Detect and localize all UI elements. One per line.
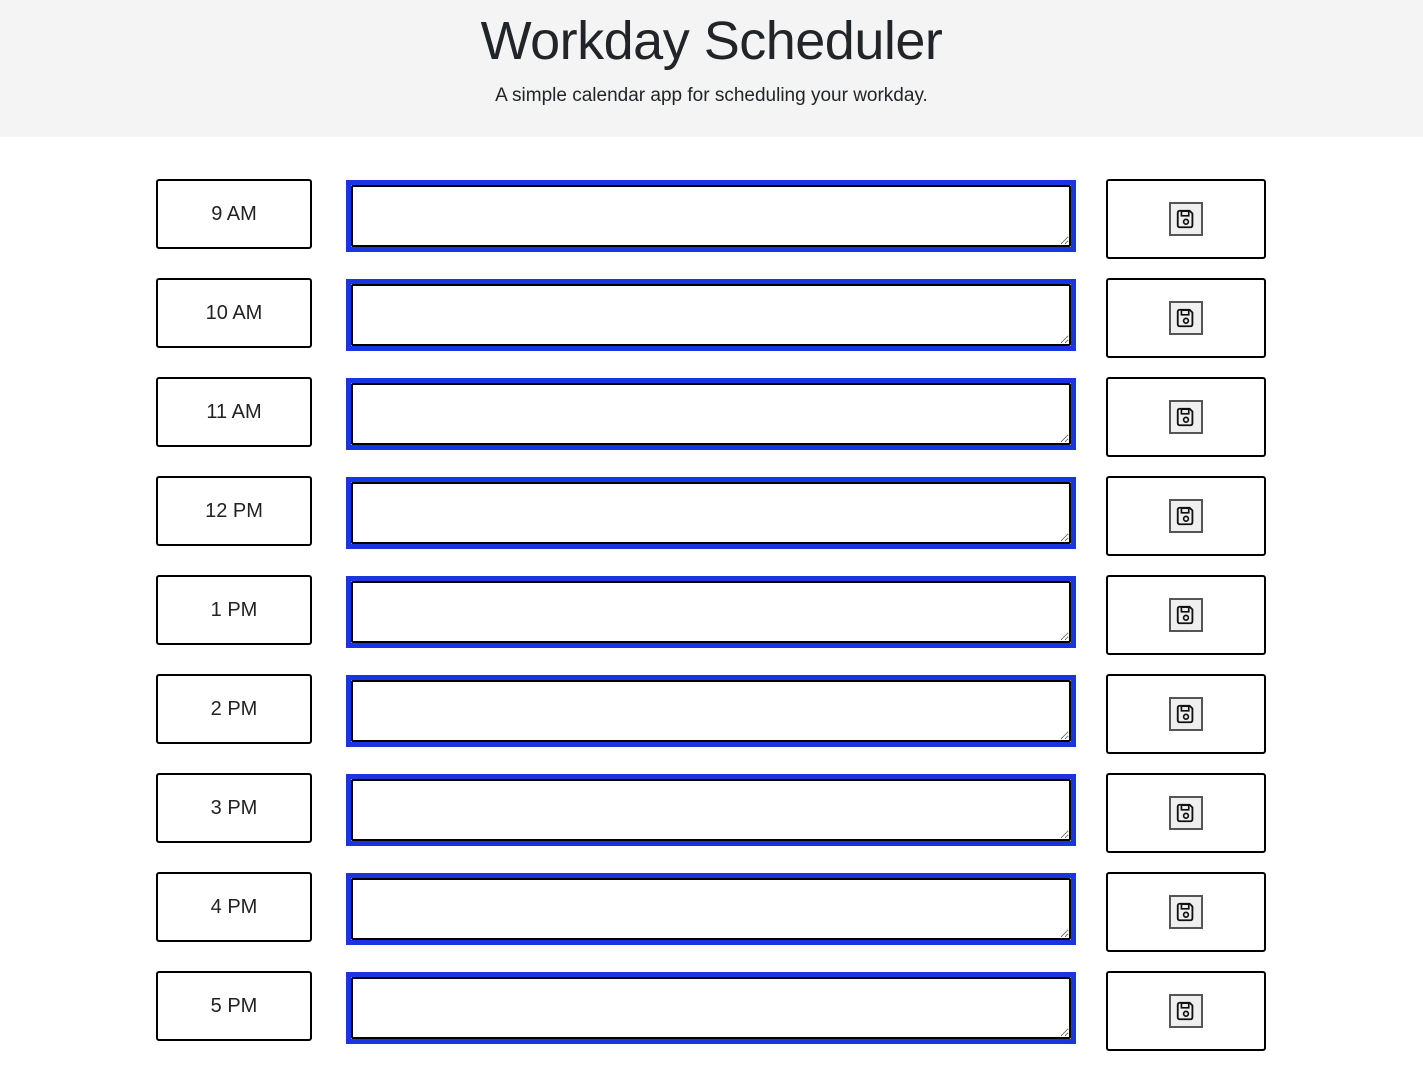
task-field-frame <box>346 972 1076 1044</box>
time-block: 11 AM <box>156 377 1266 457</box>
save-button[interactable] <box>1106 278 1266 358</box>
task-input[interactable] <box>351 284 1071 346</box>
time-block: 10 AM <box>156 278 1266 358</box>
time-block: 5 PM <box>156 971 1266 1051</box>
time-block: 12 PM <box>156 476 1266 556</box>
time-block: 2 PM <box>156 674 1266 754</box>
time-block: 4 PM <box>156 872 1266 952</box>
save-button[interactable] <box>1106 476 1266 556</box>
hour-label: 3 PM <box>156 773 312 843</box>
save-button[interactable] <box>1106 872 1266 952</box>
floppy-disk-icon <box>1169 895 1203 929</box>
task-field-frame <box>346 576 1076 648</box>
task-input[interactable] <box>351 878 1071 940</box>
save-button[interactable] <box>1106 674 1266 754</box>
task-field-frame <box>346 279 1076 351</box>
time-block: 9 AM <box>156 179 1266 259</box>
floppy-disk-icon <box>1169 400 1203 434</box>
save-button[interactable] <box>1106 377 1266 457</box>
hour-label: 1 PM <box>156 575 312 645</box>
hour-label: 11 AM <box>156 377 312 447</box>
task-field-frame <box>346 477 1076 549</box>
task-input[interactable] <box>351 680 1071 742</box>
save-button[interactable] <box>1106 179 1266 259</box>
task-field-frame <box>346 378 1076 450</box>
page-header: Workday Scheduler A simple calendar app … <box>0 0 1423 137</box>
floppy-disk-icon <box>1169 499 1203 533</box>
floppy-disk-icon <box>1169 598 1203 632</box>
hour-label: 5 PM <box>156 971 312 1041</box>
page-subtitle: A simple calendar app for scheduling you… <box>495 85 928 106</box>
floppy-disk-icon <box>1169 697 1203 731</box>
floppy-disk-icon <box>1169 994 1203 1028</box>
task-field-frame <box>346 873 1076 945</box>
task-field-frame <box>346 774 1076 846</box>
task-input[interactable] <box>351 482 1071 544</box>
task-input[interactable] <box>351 383 1071 445</box>
task-input[interactable] <box>351 977 1071 1039</box>
floppy-disk-icon <box>1169 202 1203 236</box>
hour-label: 12 PM <box>156 476 312 546</box>
save-button[interactable] <box>1106 971 1266 1051</box>
hour-label: 9 AM <box>156 179 312 249</box>
hour-label: 2 PM <box>156 674 312 744</box>
task-field-frame <box>346 675 1076 747</box>
task-input[interactable] <box>351 779 1071 841</box>
task-input[interactable] <box>351 581 1071 643</box>
time-block: 1 PM <box>156 575 1266 655</box>
save-button[interactable] <box>1106 773 1266 853</box>
floppy-disk-icon <box>1169 301 1203 335</box>
save-button[interactable] <box>1106 575 1266 655</box>
hour-label: 10 AM <box>156 278 312 348</box>
floppy-disk-icon <box>1169 796 1203 830</box>
time-block: 3 PM <box>156 773 1266 853</box>
hour-label: 4 PM <box>156 872 312 942</box>
task-input[interactable] <box>351 185 1071 247</box>
task-field-frame <box>346 180 1076 252</box>
page-title: Workday Scheduler <box>480 11 943 71</box>
